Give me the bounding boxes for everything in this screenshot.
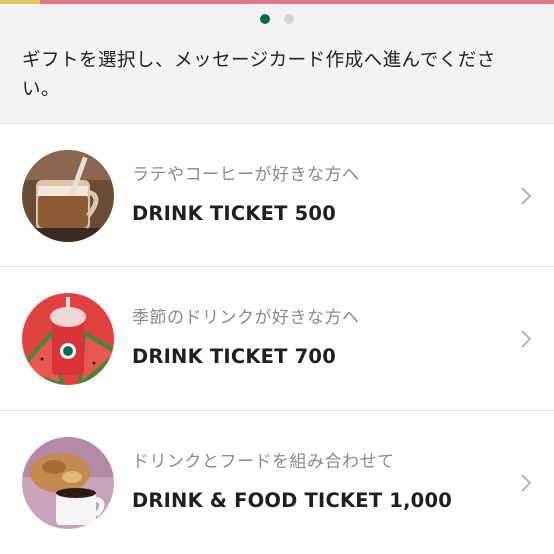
- gift-item-subtitle: 季節のドリンクが好きな方へ: [132, 308, 360, 328]
- instruction-text: ギフトを選択し、メッセージカード作成へ進んでください。: [22, 50, 496, 100]
- top-accent-bar: [0, 0, 554, 4]
- gift-item-title: DRINK TICKET 700: [132, 345, 336, 368]
- latte-glass-image: [22, 150, 114, 242]
- page-dot[interactable]: [284, 14, 294, 24]
- gift-item-drink-500[interactable]: ラテやコーヒーが好きな方へ DRINK TICKET 500: [0, 123, 554, 267]
- chevron-right-icon: [518, 473, 534, 493]
- gift-item-subtitle: ラテやコーヒーが好きな方へ: [132, 165, 360, 185]
- gift-item-title: DRINK & FOOD TICKET 1,000: [132, 489, 452, 512]
- chevron-right-icon: [518, 186, 534, 206]
- page-indicator: [0, 14, 554, 24]
- gift-list: ラテやコーヒーが好きな方へ DRINK TICKET 500 季節のドリンクが好…: [0, 123, 554, 554]
- gift-item-title: DRINK TICKET 500: [132, 202, 336, 225]
- page-dot-active[interactable]: [260, 14, 270, 24]
- gift-item-subtitle: ドリンクとフードを組み合わせて: [132, 452, 395, 472]
- watermelon-frappuccino-image: [22, 293, 114, 385]
- gift-item-drink-food-1000[interactable]: ドリンクとフードを組み合わせて DRINK & FOOD TICKET 1,00…: [0, 411, 554, 554]
- gift-item-drink-700[interactable]: 季節のドリンクが好きな方へ DRINK TICKET 700: [0, 267, 554, 411]
- coffee-and-pastry-image: [22, 437, 114, 529]
- chevron-right-icon: [518, 329, 534, 349]
